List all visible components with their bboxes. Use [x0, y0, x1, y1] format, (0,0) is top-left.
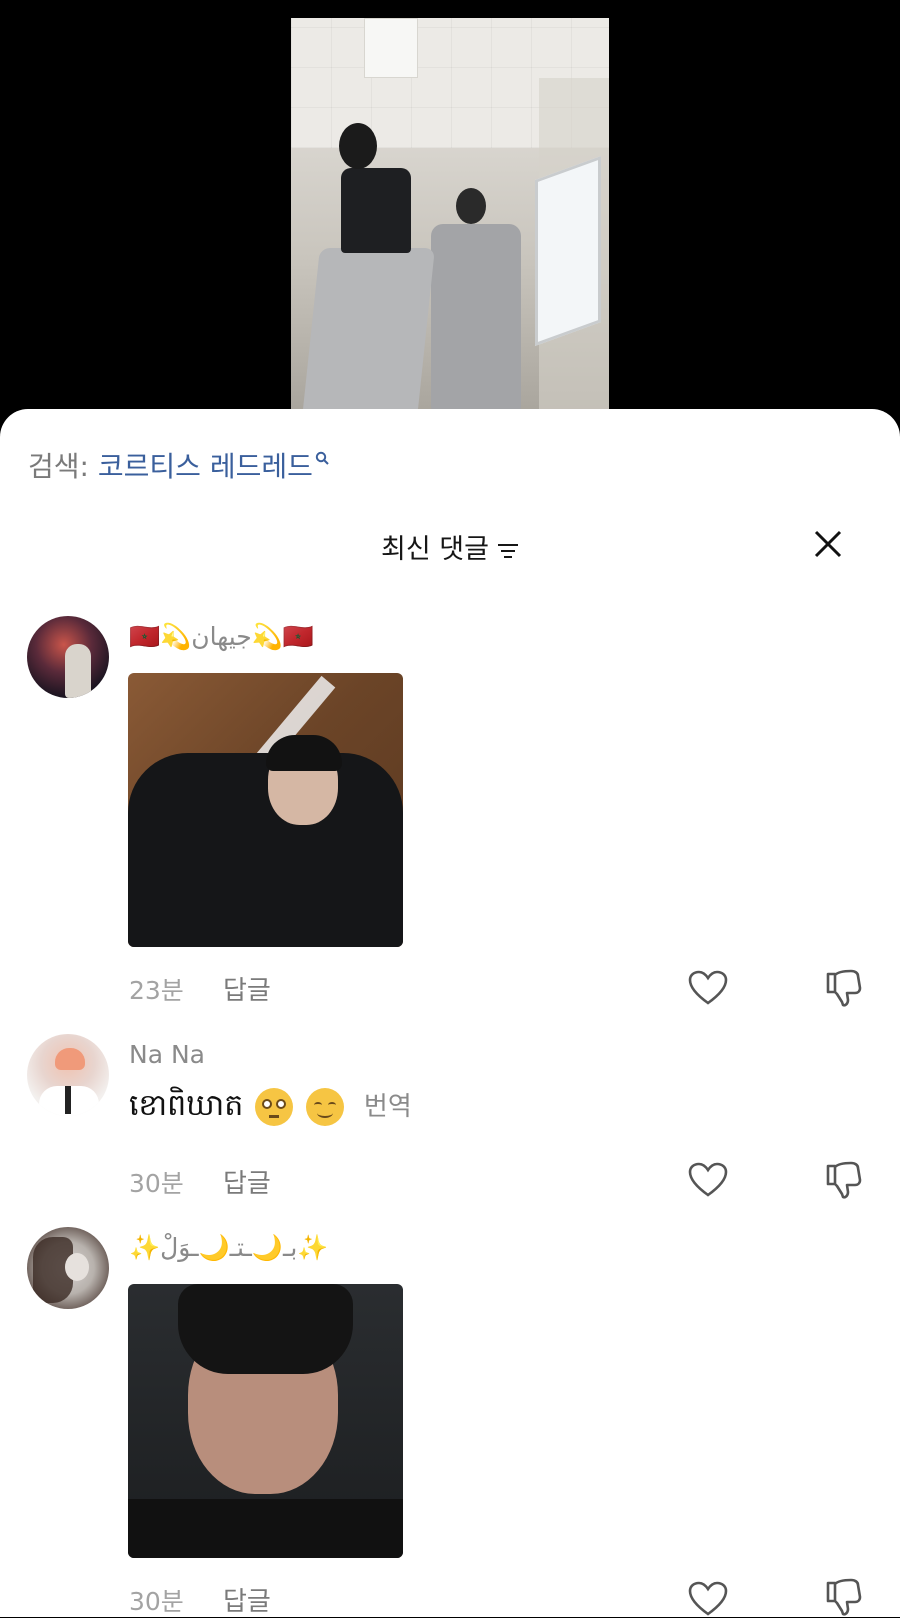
comment-text: ខោពិឃាត 번역	[129, 1086, 412, 1130]
avatar[interactable]	[27, 616, 109, 698]
translate-link[interactable]: 번역	[364, 1092, 412, 1122]
video-dancer-1	[301, 113, 435, 418]
close-icon[interactable]	[814, 530, 842, 558]
comment-text-content: ខោពិឃាត	[129, 1088, 244, 1123]
comment-image[interactable]	[128, 673, 403, 947]
reply-button[interactable]: 답글	[223, 1581, 271, 1618]
heart-icon[interactable]	[688, 1581, 728, 1617]
video-ceiling-light	[364, 18, 418, 78]
video-dancer-2	[421, 188, 531, 418]
comments-sheet: 검색: 코르티스 레드레드 최신 댓글 🇲🇦💫جيهان💫🇲🇦 23분 답글 N…	[0, 409, 900, 1617]
filter-icon	[497, 543, 518, 558]
video-window	[535, 155, 601, 347]
comment-time: 30분	[129, 1587, 184, 1616]
dislike-icon[interactable]	[824, 968, 864, 1008]
comment-time: 23분	[129, 976, 184, 1005]
dislike-icon[interactable]	[824, 1577, 864, 1617]
comment-time: 30분	[129, 1169, 184, 1198]
heart-icon[interactable]	[688, 1162, 728, 1198]
search-icon	[315, 451, 329, 465]
avatar[interactable]	[27, 1034, 109, 1116]
sort-label: 최신 댓글	[381, 534, 489, 565]
search-term[interactable]: 코르티스 레드레드	[98, 450, 313, 483]
comment-image[interactable]	[128, 1284, 403, 1558]
video-preview[interactable]	[291, 18, 609, 418]
reply-button[interactable]: 답글	[223, 970, 271, 1007]
flushed-emoji-icon	[254, 1087, 293, 1126]
dislike-icon[interactable]	[824, 1160, 864, 1200]
comment-username[interactable]: ✨بـ🌙ـتـ🌙ـوَلْ✨	[129, 1233, 328, 1263]
heart-icon[interactable]	[688, 970, 728, 1006]
reply-button[interactable]: 답글	[223, 1163, 271, 1200]
smiling-emoji-icon	[306, 1087, 345, 1126]
avatar[interactable]	[27, 1227, 109, 1309]
search-prefix: 검색:	[28, 450, 89, 483]
comment-username[interactable]: 🇲🇦💫جيهان💫🇲🇦	[129, 622, 314, 652]
comments-header[interactable]: 최신 댓글	[0, 527, 900, 566]
search-suggestion[interactable]: 검색: 코르티스 레드레드	[28, 445, 329, 485]
comment-username[interactable]: Na Na	[129, 1040, 205, 1069]
